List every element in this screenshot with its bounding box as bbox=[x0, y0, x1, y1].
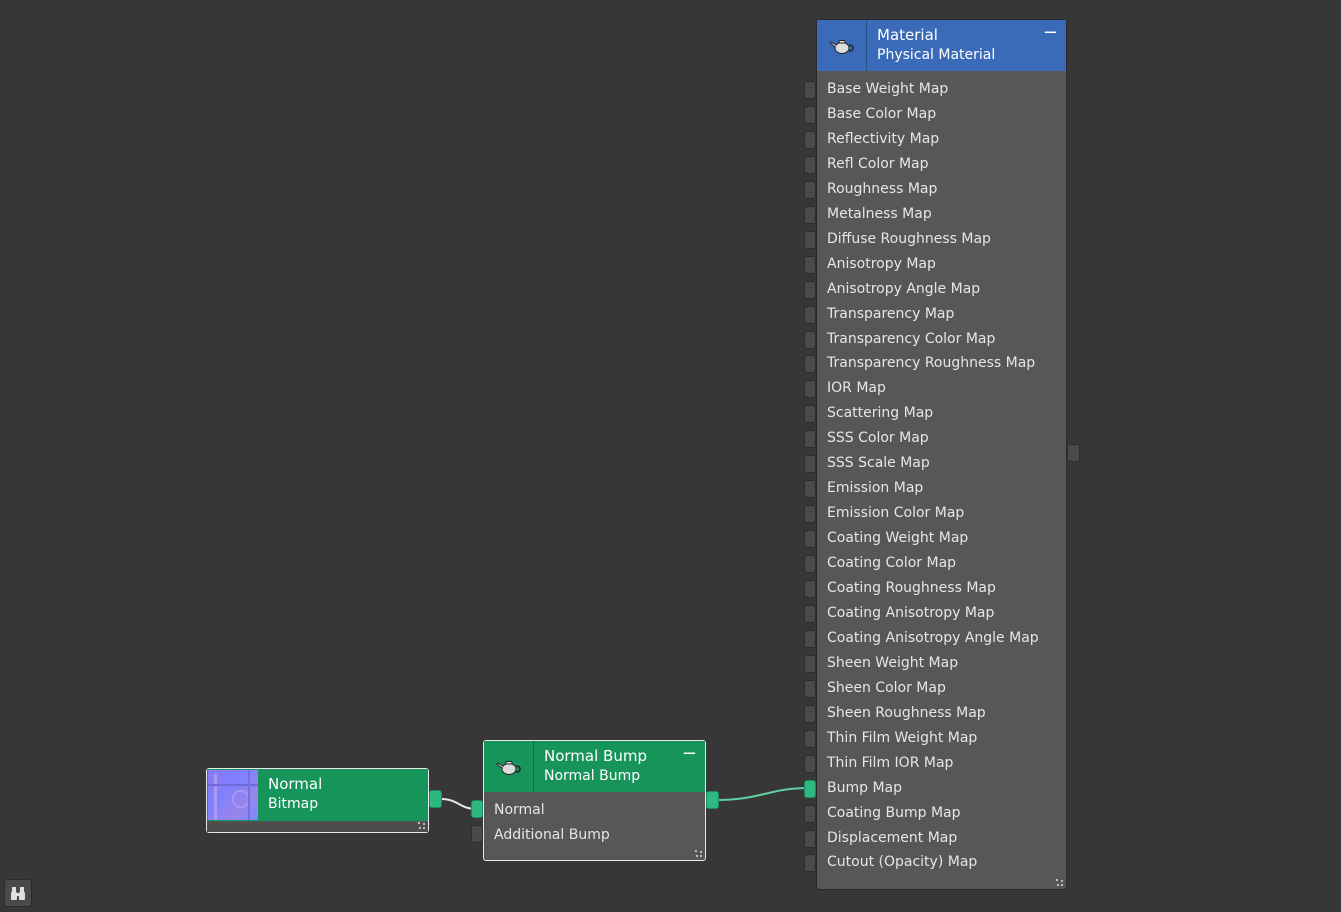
material-node-title: Material bbox=[877, 26, 938, 44]
normal-bump-node-subtitle: Normal Bump bbox=[544, 768, 641, 784]
material-node[interactable]: Material Physical Material − Base Weight… bbox=[816, 19, 1067, 890]
material-input-coating-bump-map[interactable]: Coating Bump Map bbox=[827, 805, 961, 821]
binoculars-icon bbox=[11, 887, 25, 900]
material-output-socket[interactable] bbox=[1067, 444, 1080, 462]
material-input-socket-diffuse-roughness-map[interactable] bbox=[804, 230, 816, 249]
resize-grip-icon[interactable] bbox=[695, 850, 702, 857]
material-input-coating-anisotropy-angle-map[interactable]: Coating Anisotropy Angle Map bbox=[827, 630, 1039, 646]
normal-bump-input-socket-additional-bump[interactable] bbox=[471, 825, 483, 843]
material-input-socket-coating-anisotropy-map[interactable] bbox=[804, 604, 816, 623]
material-input-coating-color-map[interactable]: Coating Color Map bbox=[827, 555, 956, 571]
normal-bump-input-normal[interactable]: Normal bbox=[494, 802, 545, 818]
material-input-thin-film-ior-map[interactable]: Thin Film IOR Map bbox=[827, 755, 953, 771]
resize-grip-icon[interactable] bbox=[418, 822, 425, 829]
material-input-socket-cutout-opacity-map[interactable] bbox=[804, 854, 816, 873]
material-node-header[interactable]: Material Physical Material − bbox=[817, 20, 1066, 71]
bitmap-node-header[interactable]: Normal Bitmap bbox=[207, 769, 428, 821]
material-input-coating-weight-map[interactable]: Coating Weight Map bbox=[827, 530, 968, 546]
navigator-button[interactable] bbox=[4, 879, 32, 907]
material-input-socket-metalness-map[interactable] bbox=[804, 205, 816, 224]
resize-grip-icon[interactable] bbox=[1056, 879, 1063, 886]
material-input-socket-coating-bump-map[interactable] bbox=[804, 804, 816, 823]
material-input-sheen-weight-map[interactable]: Sheen Weight Map bbox=[827, 655, 958, 671]
minimize-button[interactable]: − bbox=[682, 745, 697, 763]
normal-bump-input-socket-normal[interactable] bbox=[471, 800, 483, 818]
material-input-socket-emission-map[interactable] bbox=[804, 480, 816, 499]
material-input-metalness-map[interactable]: Metalness Map bbox=[827, 206, 932, 222]
material-input-socket-thin-film-weight-map[interactable] bbox=[804, 729, 816, 748]
material-input-sheen-roughness-map[interactable]: Sheen Roughness Map bbox=[827, 705, 986, 721]
material-input-socket-sheen-roughness-map[interactable] bbox=[804, 704, 816, 723]
material-input-socket-transparency-roughness-map[interactable] bbox=[804, 355, 816, 374]
material-input-socket-base-weight-map[interactable] bbox=[804, 81, 816, 99]
minimize-button[interactable]: − bbox=[1043, 24, 1058, 42]
material-input-emission-color-map[interactable]: Emission Color Map bbox=[827, 505, 964, 521]
material-input-socket-transparency-map[interactable] bbox=[804, 305, 816, 324]
material-input-socket-roughness-map[interactable] bbox=[804, 180, 816, 199]
material-input-socket-sheen-color-map[interactable] bbox=[804, 679, 816, 698]
material-input-coating-roughness-map[interactable]: Coating Roughness Map bbox=[827, 580, 996, 596]
material-input-anisotropy-angle-map[interactable]: Anisotropy Angle Map bbox=[827, 281, 980, 297]
material-input-thin-film-weight-map[interactable]: Thin Film Weight Map bbox=[827, 730, 977, 746]
material-input-diffuse-roughness-map[interactable]: Diffuse Roughness Map bbox=[827, 231, 991, 247]
normal-bump-output-socket[interactable] bbox=[706, 791, 719, 809]
bitmap-node-subtitle: Bitmap bbox=[268, 796, 319, 812]
material-input-socket-refl-color-map[interactable] bbox=[804, 155, 816, 174]
material-input-socket-sss-scale-map[interactable] bbox=[804, 455, 816, 474]
material-node-subtitle: Physical Material bbox=[877, 47, 996, 63]
teapot-icon bbox=[484, 741, 534, 792]
material-input-socket-ior-map[interactable] bbox=[804, 380, 816, 399]
material-input-socket-scattering-map[interactable] bbox=[804, 405, 816, 424]
material-input-socket-emission-color-map[interactable] bbox=[804, 505, 816, 524]
material-input-bump-map[interactable]: Bump Map bbox=[827, 780, 902, 796]
bitmap-node-title: Normal bbox=[268, 775, 323, 793]
material-input-sss-scale-map[interactable]: SSS Scale Map bbox=[827, 455, 930, 471]
bitmap-output-socket[interactable] bbox=[429, 790, 442, 808]
material-input-socket-base-color-map[interactable] bbox=[804, 105, 816, 124]
node-editor-canvas[interactable]: Normal Bitmap Normal Bump Normal Bump − bbox=[0, 0, 1341, 912]
material-input-socket-coating-anisotropy-angle-map[interactable] bbox=[804, 629, 816, 648]
material-input-displacement-map[interactable]: Displacement Map bbox=[827, 830, 957, 846]
material-input-reflectivity-map[interactable]: Reflectivity Map bbox=[827, 131, 939, 147]
material-input-emission-map[interactable]: Emission Map bbox=[827, 480, 923, 496]
material-input-socket-sss-color-map[interactable] bbox=[804, 430, 816, 449]
material-input-coating-anisotropy-map[interactable]: Coating Anisotropy Map bbox=[827, 605, 994, 621]
normal-bump-node-title: Normal Bump bbox=[544, 747, 647, 765]
material-input-socket-reflectivity-map[interactable] bbox=[804, 130, 816, 149]
material-input-roughness-map[interactable]: Roughness Map bbox=[827, 181, 937, 197]
material-input-socket-coating-color-map[interactable] bbox=[804, 555, 816, 574]
normal-bump-node-header[interactable]: Normal Bump Normal Bump − bbox=[484, 741, 705, 792]
normal-bump-input-additional-bump[interactable]: Additional Bump bbox=[494, 827, 610, 843]
material-input-base-weight-map[interactable]: Base Weight Map bbox=[827, 81, 948, 97]
material-input-transparency-color-map[interactable]: Transparency Color Map bbox=[827, 331, 995, 347]
material-input-anisotropy-map[interactable]: Anisotropy Map bbox=[827, 256, 936, 272]
normal-map-thumbnail bbox=[208, 770, 258, 820]
material-input-socket-coating-roughness-map[interactable] bbox=[804, 580, 816, 598]
material-input-transparency-map[interactable]: Transparency Map bbox=[827, 306, 954, 322]
material-input-socket-anisotropy-angle-map[interactable] bbox=[804, 280, 816, 299]
teapot-icon bbox=[817, 20, 867, 71]
material-input-socket-sheen-weight-map[interactable] bbox=[804, 654, 816, 673]
material-input-scattering-map[interactable]: Scattering Map bbox=[827, 405, 933, 421]
material-input-cutout-opacity-map[interactable]: Cutout (Opacity) Map bbox=[827, 854, 977, 870]
material-input-socket-coating-weight-map[interactable] bbox=[804, 530, 816, 549]
material-input-sheen-color-map[interactable]: Sheen Color Map bbox=[827, 680, 946, 696]
material-input-sss-color-map[interactable]: SSS Color Map bbox=[827, 430, 929, 446]
bitmap-node[interactable]: Normal Bitmap bbox=[206, 768, 429, 833]
bitmap-node-footer bbox=[207, 822, 428, 832]
material-input-socket-displacement-map[interactable] bbox=[804, 829, 816, 848]
material-input-socket-transparency-color-map[interactable] bbox=[804, 330, 816, 349]
material-input-socket-anisotropy-map[interactable] bbox=[804, 255, 816, 274]
material-input-socket-thin-film-ior-map[interactable] bbox=[804, 754, 816, 773]
material-input-base-color-map[interactable]: Base Color Map bbox=[827, 106, 936, 122]
material-input-ior-map[interactable]: IOR Map bbox=[827, 380, 886, 396]
normal-bump-node[interactable]: Normal Bump Normal Bump − Normal Additio… bbox=[483, 740, 706, 861]
material-input-transparency-roughness-map[interactable]: Transparency Roughness Map bbox=[827, 355, 1035, 371]
material-input-socket-bump-map[interactable] bbox=[804, 779, 816, 798]
material-input-refl-color-map[interactable]: Refl Color Map bbox=[827, 156, 929, 172]
wire-normal-bump-to-material[interactable] bbox=[716, 787, 809, 801]
